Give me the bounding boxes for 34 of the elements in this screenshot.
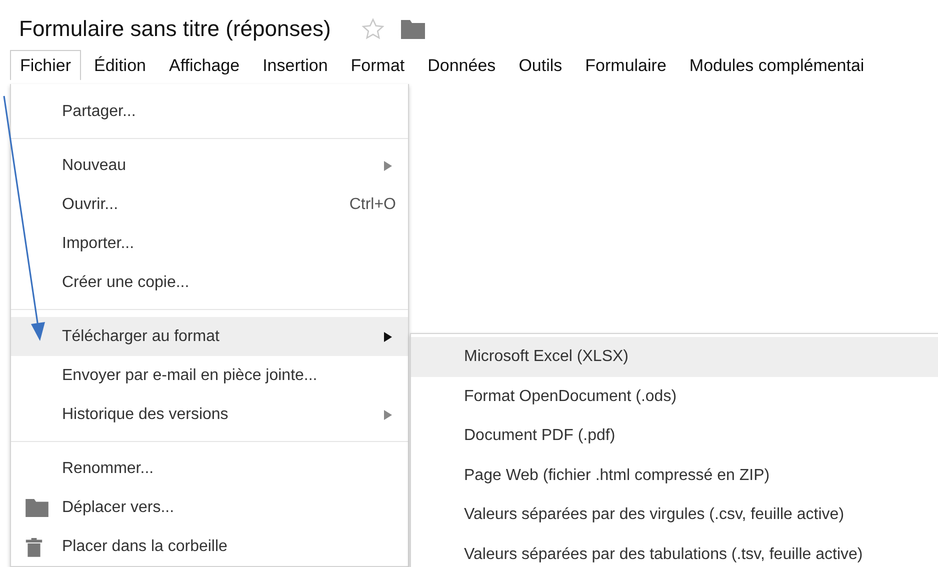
- menu-item[interactable]: Télécharger au format: [11, 317, 408, 356]
- folder-icon: [25, 498, 49, 517]
- submenu-caret-icon: [384, 160, 392, 170]
- trash-icon: [25, 537, 43, 557]
- menu-item[interactable]: Importer...: [11, 224, 408, 263]
- menu-tab[interactable]: Format: [340, 50, 415, 80]
- menu-item[interactable]: Nouveau: [11, 146, 408, 185]
- submenu-caret-icon: [384, 332, 392, 342]
- menu-tab[interactable]: Formulaire: [575, 50, 676, 80]
- menu-item[interactable]: Renommer...: [11, 449, 408, 488]
- menu-tab[interactable]: Affichage: [159, 50, 250, 80]
- document-title[interactable]: Formulaire sans titre (réponses): [19, 16, 331, 42]
- menu-item[interactable]: Placer dans la corbeille: [11, 527, 408, 566]
- menu-item[interactable]: Valeurs séparées par des tabulations (.tsv, feuille active): [411, 534, 938, 567]
- menu-item[interactable]: Ouvrir... Ctrl+O: [11, 185, 408, 224]
- folder-icon[interactable]: [400, 19, 425, 39]
- menu-tab[interactable]: Modules complémentai: [679, 50, 874, 80]
- menu-item[interactable]: Valeurs séparées par des virgules (.csv, feuille active): [411, 495, 938, 534]
- menu-item[interactable]: Partager...: [11, 92, 408, 131]
- star-icon[interactable]: [360, 17, 385, 41]
- menu-item[interactable]: Historique des versions: [11, 395, 408, 434]
- menu-tab[interactable]: Insertion: [252, 50, 338, 80]
- menu-item[interactable]: Document PDF (.pdf): [411, 416, 938, 456]
- menu-item[interactable]: Page Web (fichier .html compressé en ZIP): [411, 456, 938, 495]
- menu-item[interactable]: Déplacer vers...: [11, 488, 408, 527]
- menu-tab[interactable]: Outils: [508, 50, 572, 80]
- menu-item[interactable]: Microsoft Excel (XLSX): [411, 337, 938, 376]
- menu-item[interactable]: Créer une copie...: [11, 263, 408, 302]
- menu-tab[interactable]: Fichier: [10, 50, 82, 80]
- menu-tab[interactable]: Données: [418, 50, 506, 80]
- submenu-caret-icon: [384, 410, 392, 420]
- menu-item[interactable]: Format OpenDocument (.ods): [411, 376, 938, 416]
- menu-tab[interactable]: Édition: [84, 50, 156, 80]
- menu-item[interactable]: Envoyer par e-mail en pièce jointe...: [11, 356, 408, 395]
